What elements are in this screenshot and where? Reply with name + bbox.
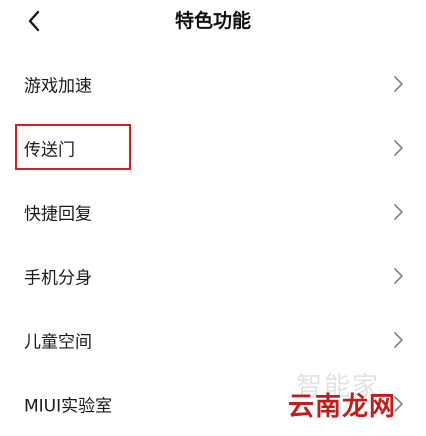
header-bar: 特色功能	[0, 0, 426, 44]
menu-item-label: 游戏加速	[24, 76, 92, 97]
menu-item-label: 儿童空间	[24, 332, 92, 353]
chevron-right-icon	[394, 268, 403, 284]
menu-item-label: 传送门	[24, 140, 75, 161]
menu-item-game-turbo[interactable]: 游戏加速	[0, 52, 426, 116]
chevron-right-icon	[394, 332, 403, 348]
chevron-right-icon	[394, 204, 403, 220]
menu-item-label: 手机分身	[24, 268, 92, 289]
page-title: 特色功能	[174, 10, 251, 32]
chevron-right-icon	[394, 76, 403, 92]
watermark-text-solid: 云南龙网	[288, 392, 397, 422]
menu-item-quick-reply[interactable]: 快捷回复	[0, 180, 426, 244]
chevron-right-icon	[394, 140, 403, 156]
menu-item-label: 快捷回复	[24, 204, 92, 225]
menu-item-portal[interactable]: 传送门	[0, 116, 426, 180]
menu-item-label: MIUI实验室	[24, 396, 113, 417]
menu-item-kids-space[interactable]: 儿童空间	[0, 308, 426, 372]
menu-item-dual-apps[interactable]: 手机分身	[0, 244, 426, 308]
